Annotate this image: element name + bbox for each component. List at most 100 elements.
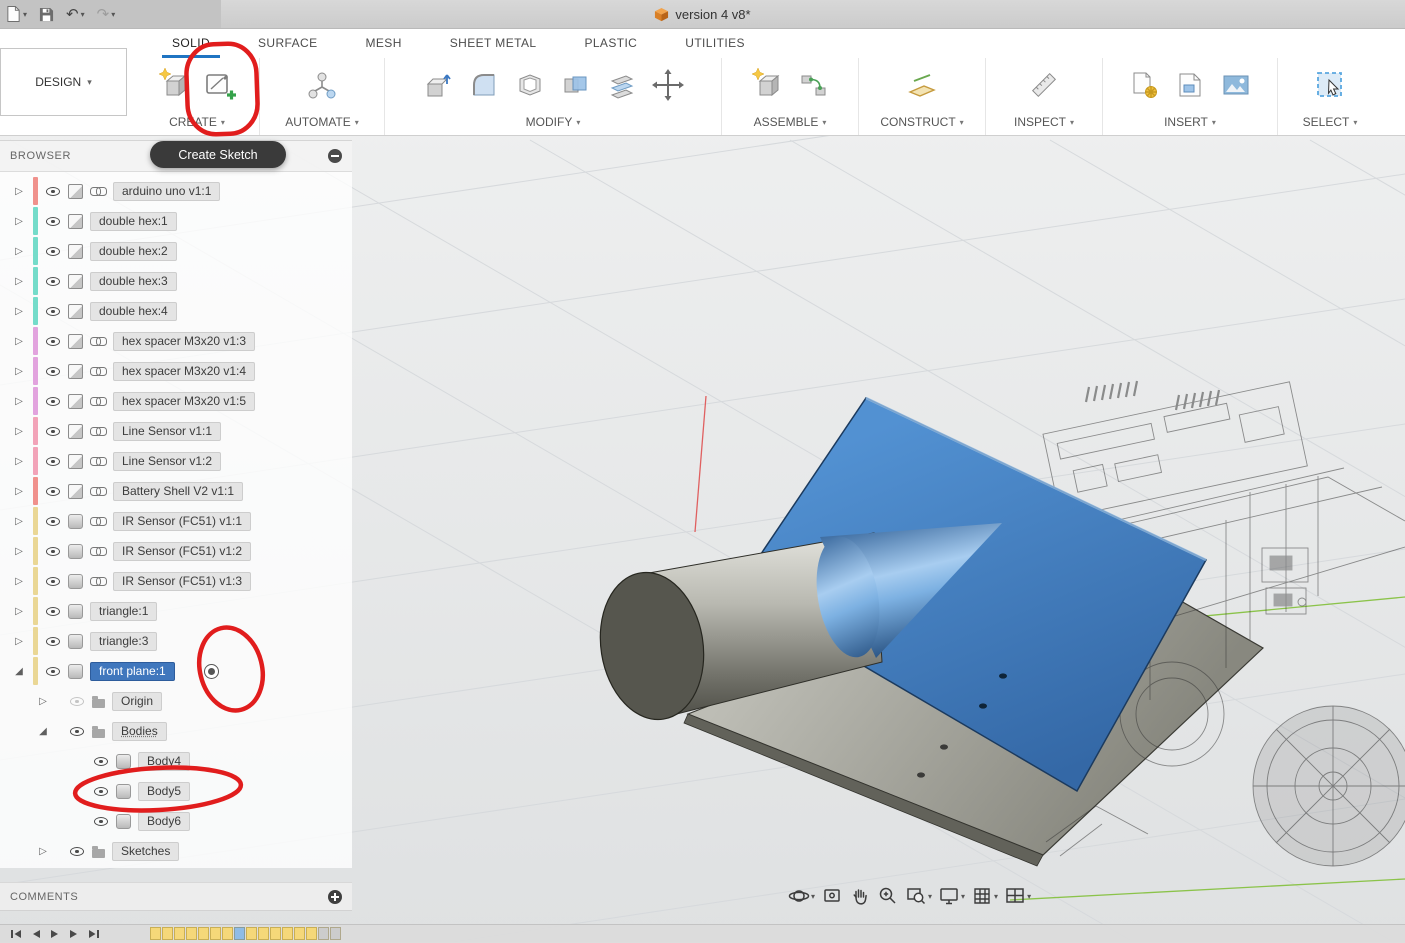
item-label[interactable]: triangle:1 — [90, 602, 157, 621]
collapse-panel-icon[interactable] — [328, 149, 342, 163]
automate-menu-button[interactable]: AUTOMATE▾ — [285, 112, 359, 132]
browser-row[interactable]: ▷ Origin — [0, 686, 352, 716]
item-label[interactable]: IR Sensor (FC51) v1:3 — [113, 572, 251, 591]
item-label[interactable]: double hex:1 — [90, 212, 177, 231]
expander-icon[interactable]: ▷ — [12, 186, 26, 197]
item-label[interactable]: Sketches — [112, 842, 179, 861]
pan-tool[interactable] — [849, 885, 871, 907]
expander-icon[interactable]: ▷ — [12, 426, 26, 437]
expander-icon[interactable]: ▷ — [12, 336, 26, 347]
comments-bar[interactable]: COMMENTS — [0, 882, 352, 911]
visibility-eye-icon[interactable] — [45, 213, 61, 229]
visibility-eye-icon[interactable] — [45, 603, 61, 619]
browser-row[interactable]: ▷ triangle:1 — [0, 596, 352, 626]
visibility-eye-icon[interactable] — [69, 843, 85, 859]
browser-row[interactable]: ▷ hex spacer M3x20 v1:5 — [0, 386, 352, 416]
tab-solid[interactable]: SOLID — [148, 28, 234, 58]
item-label[interactable]: Bodies — [112, 722, 167, 741]
tab-mesh[interactable]: MESH — [342, 28, 426, 58]
item-label[interactable]: IR Sensor (FC51) v1:2 — [113, 542, 251, 561]
timeline-feature-tile[interactable] — [282, 927, 293, 940]
activate-component-radio[interactable] — [204, 664, 219, 679]
insert-menu-button[interactable]: INSERT▾ — [1164, 112, 1216, 132]
display-settings-tool[interactable]: ▾ — [938, 885, 965, 907]
visibility-eye-icon[interactable] — [45, 243, 61, 259]
visibility-eye-icon[interactable] — [45, 573, 61, 589]
item-label[interactable]: Body6 — [138, 812, 190, 831]
timeline-feature-tile[interactable] — [330, 927, 341, 940]
browser-row[interactable]: ▷Sketches — [0, 836, 352, 866]
item-label[interactable]: Line Sensor v1:2 — [113, 452, 221, 471]
zoom-tool[interactable] — [877, 885, 899, 907]
item-label[interactable]: hex spacer M3x20 v1:3 — [113, 332, 255, 351]
timeline-feature-tile[interactable] — [162, 927, 173, 940]
look-at-tool[interactable] — [821, 885, 843, 907]
visibility-eye-icon[interactable] — [93, 813, 109, 829]
canvas-icon[interactable] — [1215, 62, 1257, 108]
press-pull-icon[interactable] — [417, 62, 459, 108]
expander-icon[interactable]: ▷ — [12, 216, 26, 227]
visibility-eye-icon[interactable] — [93, 783, 109, 799]
add-comment-icon[interactable] — [328, 890, 342, 904]
item-label[interactable]: double hex:4 — [90, 302, 177, 321]
item-label[interactable]: IR Sensor (FC51) v1:1 — [113, 512, 251, 531]
item-label[interactable]: triangle:3 — [90, 632, 157, 651]
design-menu-button[interactable]: DESIGN▾ — [0, 48, 127, 116]
visibility-eye-icon[interactable] — [45, 363, 61, 379]
visibility-eye-icon[interactable] — [45, 393, 61, 409]
expander-icon[interactable]: ▷ — [12, 606, 26, 617]
expander-icon[interactable]: ▷ — [12, 396, 26, 407]
browser-row[interactable]: ▷IR Sensor (FC51) v1:2 — [0, 536, 352, 566]
browser-row[interactable]: Body6 — [0, 806, 352, 836]
browser-row[interactable]: ▷ double hex:2 — [0, 236, 352, 266]
fit-tool[interactable]: ▾ — [905, 885, 932, 907]
visibility-eye-icon[interactable] — [45, 423, 61, 439]
expander-icon[interactable]: ▷ — [12, 636, 26, 647]
tab-sheet-metal[interactable]: SHEET METAL — [426, 28, 561, 58]
go-to-end-button[interactable] — [88, 929, 100, 939]
expander-icon[interactable]: ◢ — [12, 666, 26, 677]
timeline-feature-tile[interactable] — [198, 927, 209, 940]
construct-menu-button[interactable]: CONSTRUCT▾ — [880, 112, 963, 132]
item-label[interactable]: Body4 — [138, 752, 190, 771]
automate-icon[interactable] — [301, 62, 343, 108]
item-label[interactable]: double hex:2 — [90, 242, 177, 261]
select-menu-button[interactable]: SELECT▾ — [1303, 112, 1358, 132]
expander-icon[interactable]: ▷ — [12, 276, 26, 287]
shell-icon[interactable] — [509, 62, 551, 108]
browser-row[interactable]: ▷Line Sensor v1:1 — [0, 416, 352, 446]
browser-row[interactable]: ▷ IR Sensor (FC51) v1:1 — [0, 506, 352, 536]
visibility-eye-icon[interactable] — [93, 753, 109, 769]
timeline-feature-tile[interactable] — [306, 927, 317, 940]
expander-icon[interactable]: ▷ — [12, 366, 26, 377]
joint-icon[interactable] — [792, 62, 834, 108]
item-label[interactable]: Battery Shell V2 v1:1 — [113, 482, 243, 501]
timeline-feature-tile[interactable] — [174, 927, 185, 940]
create-menu-button[interactable]: CREATE▾ — [169, 112, 225, 132]
browser-row[interactable]: Body5 — [0, 776, 352, 806]
expander-icon[interactable]: ▷ — [36, 696, 50, 707]
item-label[interactable]: hex spacer M3x20 v1:5 — [113, 392, 255, 411]
item-label[interactable]: Origin — [112, 692, 162, 711]
visibility-eye-icon[interactable] — [45, 543, 61, 559]
combine-icon[interactable] — [555, 62, 597, 108]
browser-row[interactable]: ▷Battery Shell V2 v1:1 — [0, 476, 352, 506]
visibility-eye-icon[interactable] — [69, 723, 85, 739]
timeline-feature-tile[interactable] — [318, 927, 329, 940]
select-icon[interactable] — [1309, 62, 1351, 108]
visibility-eye-icon[interactable] — [45, 513, 61, 529]
visibility-eye-icon[interactable] — [45, 333, 61, 349]
step-forward-button[interactable] — [69, 929, 79, 939]
viewports-tool[interactable]: ▾ — [1004, 885, 1031, 907]
expander-icon[interactable]: ▷ — [12, 306, 26, 317]
expander-icon[interactable]: ▷ — [12, 516, 26, 527]
visibility-eye-icon[interactable] — [45, 273, 61, 289]
expander-icon[interactable]: ▷ — [12, 246, 26, 257]
browser-row[interactable]: Body4 — [0, 746, 352, 776]
tab-plastic[interactable]: PLASTIC — [560, 28, 661, 58]
visibility-eye-icon[interactable] — [45, 303, 61, 319]
new-component-icon[interactable] — [153, 62, 195, 108]
expander-icon[interactable]: ▷ — [12, 576, 26, 587]
modify-menu-button[interactable]: MODIFY▾ — [526, 112, 581, 132]
browser-row[interactable]: ▷arduino uno v1:1 — [0, 176, 352, 206]
